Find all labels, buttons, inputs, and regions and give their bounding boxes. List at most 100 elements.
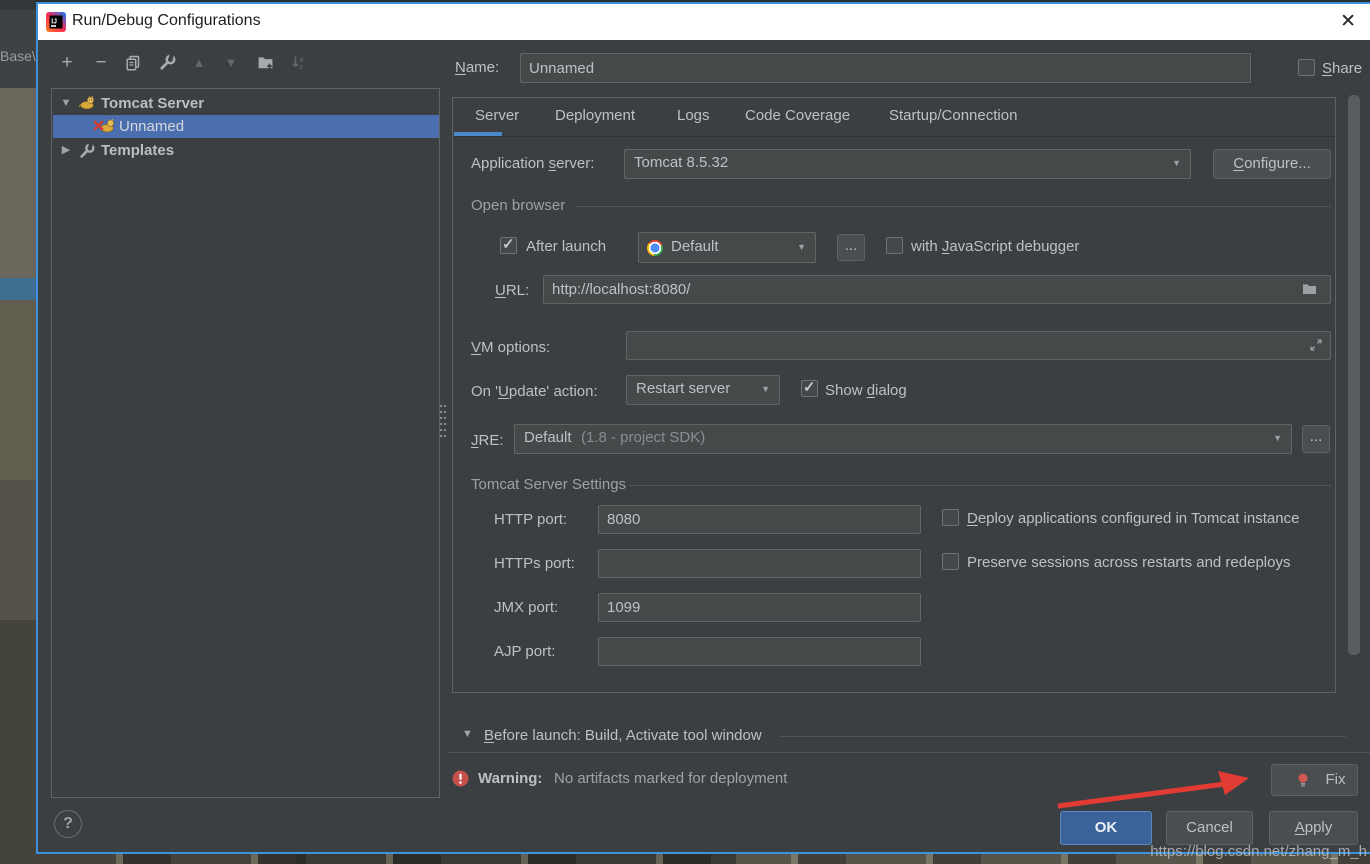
vertical-scrollbar[interactable] (1348, 95, 1360, 655)
tree-item-templates[interactable]: ▶ Templates (53, 139, 439, 162)
cancel-button[interactable]: Cancel (1166, 811, 1253, 845)
new-folder-button[interactable] (252, 50, 278, 76)
copy-configuration-button[interactable] (120, 50, 146, 76)
bottom-separator (448, 752, 1370, 753)
browser-value: Default (671, 238, 719, 255)
js-debugger-checkbox[interactable]: ✓ (886, 237, 903, 254)
chevron-down-icon: ▼ (1273, 433, 1282, 443)
application-server-combo[interactable]: Tomcat 8.5.32 ▼ (624, 149, 1191, 179)
move-down-button[interactable]: ▼ (218, 50, 244, 76)
apply-button[interactable]: Apply (1269, 811, 1358, 845)
ok-button[interactable]: OK (1060, 811, 1152, 845)
jmx-port-input[interactable] (598, 593, 921, 622)
tab-deployment[interactable]: Deployment (555, 107, 635, 124)
jre-label: JRE: (471, 432, 504, 449)
tree-item-tomcat-server[interactable]: ▼ Tomcat Server (53, 92, 439, 115)
jre-value: Default (524, 429, 572, 446)
after-launch-checkbox[interactable]: ✓ (500, 236, 517, 254)
watermark-text: https://blog.csdn.net/zhang_m_h (1150, 843, 1367, 860)
http-port-input[interactable] (598, 505, 921, 534)
share-checkbox[interactable]: ✓ (1298, 59, 1315, 76)
configurations-tree: ▼ Tomcat Server Unnamed ▶ Templates (51, 88, 440, 798)
dialog-titlebar[interactable]: IJ Run/Debug Configurations ✕ (38, 4, 1370, 40)
before-launch-label[interactable]: Before launch: Build, Activate tool wind… (484, 727, 762, 744)
jre-combo[interactable]: Default (1.8 - project SDK) ▼ (514, 424, 1292, 454)
url-input[interactable] (543, 275, 1331, 304)
invalid-x-icon (93, 120, 104, 131)
on-update-action-label: On 'Update' action: (471, 383, 598, 400)
application-server-value: Tomcat 8.5.32 (634, 154, 729, 171)
warning-prefix: Warning: (478, 770, 543, 787)
configure-button[interactable]: Configure... (1213, 149, 1331, 179)
vm-options-input[interactable] (626, 331, 1331, 360)
warning-text: No artifacts marked for deployment (554, 770, 788, 787)
browse-browsers-button[interactable]: ... (837, 234, 865, 261)
group-divider (575, 206, 1331, 207)
settings-tab-panel: Server Deployment Logs Code Coverage Sta… (452, 97, 1336, 693)
help-button[interactable]: ? (54, 810, 82, 838)
svg-text:IJ: IJ (51, 19, 57, 26)
tomcat-settings-group-label: Tomcat Server Settings (471, 476, 627, 493)
https-port-label: HTTPs port: (494, 555, 575, 572)
tree-item-unnamed-selected[interactable]: Unnamed (53, 115, 439, 138)
close-icon[interactable]: ✕ (1340, 10, 1356, 33)
preserve-sessions-label: Preserve sessions across restarts and re… (967, 554, 1291, 571)
run-debug-configurations-dialog: IJ Run/Debug Configurations ✕ + − ▲ ▼ a … (36, 2, 1370, 854)
move-up-button[interactable]: ▲ (186, 50, 212, 76)
tree-item-label: Templates (101, 142, 175, 159)
copy-icon (126, 55, 140, 71)
on-update-action-value: Restart server (636, 380, 731, 397)
expand-arrow-icon[interactable]: ▶ (59, 139, 73, 162)
jre-value-hint: (1.8 - project SDK) (581, 429, 706, 446)
deploy-applications-checkbox[interactable]: ✓ (942, 509, 959, 526)
remove-configuration-button[interactable]: − (88, 50, 114, 76)
wrench-icon (80, 143, 95, 158)
remove-icon: − (95, 52, 107, 73)
svg-text:z: z (300, 64, 304, 71)
chevron-down-icon: ▼ (761, 384, 770, 394)
name-input[interactable] (520, 53, 1251, 83)
collapse-arrow-icon[interactable]: ▼ (59, 92, 73, 115)
tab-startup-connection[interactable]: Startup/Connection (889, 107, 1017, 124)
tab-code-coverage[interactable]: Code Coverage (745, 107, 850, 124)
tomcat-icon (79, 95, 95, 110)
show-dialog-label: Show dialog (825, 382, 907, 399)
tab-logs[interactable]: Logs (677, 107, 710, 124)
tree-item-label: Tomcat Server (101, 95, 205, 112)
move-up-icon: ▲ (192, 55, 206, 70)
collapse-arrow-icon[interactable]: ▼ (462, 728, 473, 740)
background-path-text: Base\ (0, 48, 36, 64)
ajp-port-input[interactable] (598, 637, 921, 666)
edit-defaults-button[interactable] (154, 50, 180, 76)
tab-separator (453, 136, 1335, 137)
browser-combo[interactable]: Default ▼ (638, 232, 816, 263)
browse-jre-button[interactable]: ... (1302, 425, 1330, 453)
new-folder-icon (258, 57, 272, 69)
on-update-action-combo[interactable]: Restart server ▼ (626, 375, 780, 405)
ide-background-left: Base\ (0, 0, 36, 864)
show-dialog-checkbox[interactable]: ✓ (801, 379, 818, 397)
add-configuration-button[interactable]: + (54, 50, 80, 76)
deploy-applications-label: Deploy applications configured in Tomcat… (967, 510, 1300, 527)
splitter-handle[interactable] (439, 403, 447, 441)
tab-server[interactable]: Server (475, 107, 519, 124)
sort-alphabetically-icon: a z (292, 56, 304, 71)
jmx-port-label: JMX port: (494, 599, 559, 616)
url-label: URL: (495, 282, 530, 299)
https-port-input[interactable] (598, 549, 921, 578)
warning-icon (452, 770, 469, 787)
group-divider (780, 736, 1346, 737)
chrome-browser-icon (647, 240, 663, 256)
preserve-sessions-checkbox[interactable]: ✓ (942, 553, 959, 570)
sort-configurations-button[interactable]: a z (286, 50, 312, 76)
dialog-title: Run/Debug Configurations (72, 12, 261, 29)
folder-icon[interactable] (1301, 281, 1318, 297)
screen: Base\ IJ Run/Debug Configurations ✕ + − … (0, 0, 1370, 864)
tree-item-label: Unnamed (119, 118, 185, 135)
fix-label: Fix (1325, 771, 1346, 788)
expand-field-icon[interactable] (1309, 338, 1323, 352)
fix-button[interactable]: Fix (1271, 764, 1358, 796)
active-tab-underline (454, 132, 502, 136)
wrench-icon (159, 54, 175, 71)
name-label: Name: (455, 59, 500, 76)
